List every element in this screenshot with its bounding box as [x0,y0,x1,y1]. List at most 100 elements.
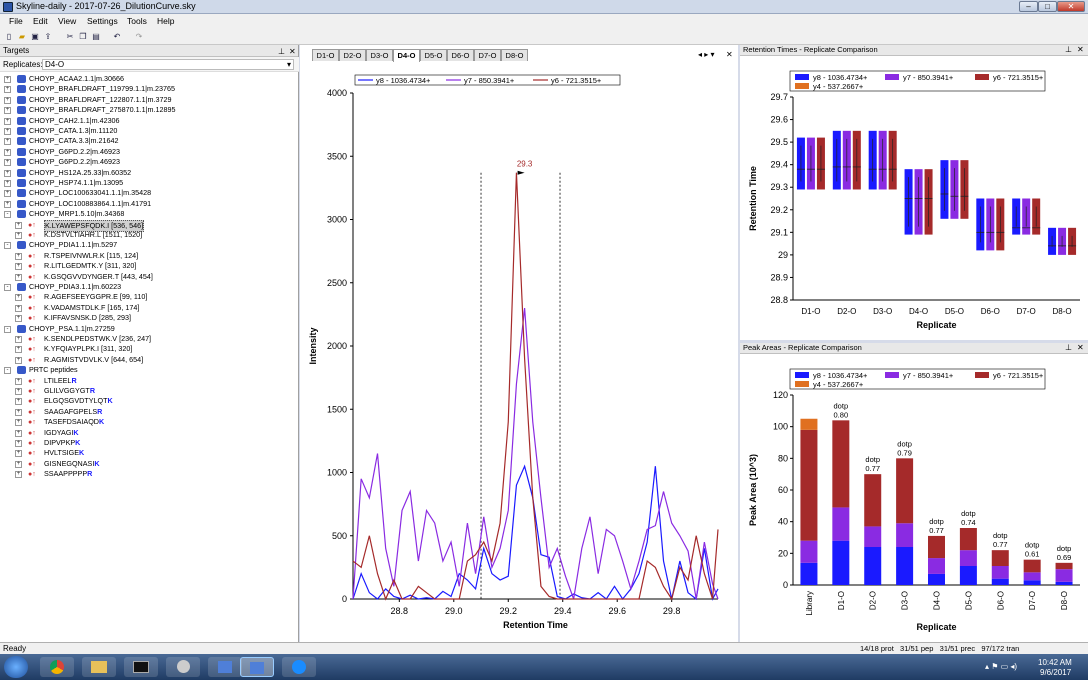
skyline-daily-icon[interactable] [240,657,274,677]
pin-icon[interactable]: ⊥ [278,46,285,57]
tree-protein-row[interactable]: - CHOYP_MRP1.5.10|m.34368 [0,209,296,219]
menu-help[interactable]: Help [157,16,174,26]
tree-protein-row[interactable]: + CHOYP_G6PD.2.2|m.46923 [0,157,296,167]
chromatogram-chart[interactable]: 0 500 1000 1500 2000 2500 3000 3500 4000 28.8 29.0… [300,63,738,641]
tree-protein-row[interactable]: + CHOYP_HS12A.25.33|m.60352 [0,168,296,178]
close-pane-icon[interactable]: ✕ [1077,343,1084,353]
expand-icon[interactable]: + [15,346,22,354]
tree-protein-row[interactable]: + CHOYP_BRAFLDRAFT_275870.1.1|m.12895 [0,105,296,115]
tree-protein-row[interactable]: + CHOYP_ACAA2.1.1|m.30666 [0,74,296,84]
pin-icon[interactable]: ⊥ [1065,343,1072,353]
collapse-icon[interactable]: - [4,325,11,333]
tab-d2-o[interactable]: D2-O [339,49,366,61]
tree-protein-row[interactable]: + CHOYP_BRAFLDRAFT_122807.1.1|m.3729 [0,95,296,105]
collapse-icon[interactable]: - [4,242,11,250]
expand-icon[interactable]: + [15,294,22,302]
tree-peptide-row[interactable]: + ●↑ K.VADAMSTDLK.F [165, 174] [0,303,296,313]
publish-icon[interactable]: ⇪ [43,32,53,42]
cut-icon[interactable]: ✂ [65,32,75,42]
new-file-icon[interactable]: ▯ [4,32,14,42]
tree-protein-row[interactable]: + CHOYP_CAH2.1.1|m.42306 [0,116,296,126]
tree-protein-row[interactable]: + CHOYP_LOC100633041.1.1|m.35428 [0,188,296,198]
tree-peptide-row[interactable]: + ●↑ R.LITLGEDMTK.Y [311, 320] [0,261,296,271]
retention-times-chart[interactable]: y8 - 1036.4734+ y7 - 850.3941+ y6 - 721.35… [740,57,1088,340]
menu-file[interactable]: File [9,16,23,26]
tree-protein-row[interactable]: + CHOYP_G6PD.2.2|m.46923 [0,147,296,157]
open-folder-icon[interactable]: ▰ [17,32,27,42]
tree-peptide-row[interactable]: + ●↑ GISNEGQNASIK [0,459,296,469]
tree-protein-row[interactable]: - CHOYP_PSA.1.1|m.27259 [0,324,296,334]
tree-peptide-row[interactable]: + ●↑ LTILEELR [0,376,296,386]
expand-icon[interactable]: + [4,107,11,115]
expand-icon[interactable]: + [15,429,22,437]
tree-protein-row[interactable]: - CHOYP_PDIA1.1.1|m.5297 [0,240,296,250]
expand-icon[interactable]: + [4,138,11,146]
save-icon[interactable]: ▣ [30,32,40,42]
tray-icons[interactable]: ▴ ⚑ ▭ ◂) [985,662,1017,671]
expand-icon[interactable]: + [15,450,22,458]
close-button[interactable]: ✕ [1057,1,1085,12]
expand-icon[interactable]: + [4,200,11,208]
network-tool-icon[interactable] [166,657,200,677]
expand-icon[interactable]: + [15,388,22,395]
maximize-button[interactable]: □ [1038,1,1057,12]
tab-d4-o[interactable]: D4-O [393,49,420,62]
close-pane-icon[interactable]: ✕ [1077,45,1084,55]
tree-peptide-row[interactable]: + ●↑ K.DSTVLTIAHR.L [1511, 1520] [0,230,296,240]
expand-icon[interactable]: + [15,419,22,427]
expand-icon[interactable]: + [4,76,11,83]
expand-icon[interactable]: + [4,159,11,167]
copy-icon[interactable]: ❐ [78,32,88,42]
tree-peptide-row[interactable]: + ●↑ K.IFFAVSNSK.D [285, 293] [0,313,296,323]
tab-d8-o[interactable]: D8-O [501,49,528,61]
tree-peptide-row[interactable]: + ●↑ SSAAPPPPPR [0,469,296,479]
replicates-dropdown[interactable]: D4-O ▾ [42,59,294,70]
tree-peptide-row[interactable]: + ●↑ K.LYAWEPSFQDK.I [536, 546] [0,219,296,232]
expand-icon[interactable]: + [4,148,11,156]
expand-icon[interactable]: + [15,336,22,343]
skyline-icon[interactable] [208,657,242,677]
tree-peptide-row[interactable]: + ●↑ ELGQSGVDTYLQTK [0,396,296,406]
expand-icon[interactable]: + [4,96,11,104]
expand-icon[interactable]: + [15,471,22,479]
expand-icon[interactable]: + [15,252,22,260]
undo-icon[interactable]: ↶ [112,32,122,42]
paste-icon[interactable]: ▤ [91,32,101,42]
tab-d5-o[interactable]: D5-O [420,49,447,61]
collapse-icon[interactable]: - [4,284,11,291]
close-tab-icon[interactable]: ✕ [726,50,733,59]
expand-icon[interactable]: + [4,128,11,135]
minimize-button[interactable]: – [1019,1,1038,12]
menu-settings[interactable]: Settings [87,16,118,26]
expand-icon[interactable]: + [4,117,11,125]
terminal-icon[interactable] [124,657,158,677]
tree-protein-row[interactable]: - CHOYP_PDIA3.1.1|m.60223 [0,282,296,292]
tab-scroll-icons[interactable]: ◂ ▸ ▾ [698,50,715,59]
tree-peptide-row[interactable]: + ●↑ K.YFQIAYPLPK.I [311, 320] [0,344,296,354]
tree-protein-row[interactable]: + CHOYP_CATA.1.3|m.11120 [0,126,296,136]
teamviewer-icon[interactable] [282,657,316,677]
collapse-icon[interactable]: - [4,367,11,375]
expand-icon[interactable]: + [4,169,11,177]
expand-icon[interactable]: + [15,221,22,229]
pin-icon[interactable]: ⊥ [1065,45,1072,55]
tree-peptide-row[interactable]: + ●↑ R.AGMISTVDVLK.V [644, 654] [0,355,296,365]
expand-icon[interactable]: + [15,263,22,271]
tree-peptide-row[interactable]: + ●↑ IGDYAGIK [0,428,296,438]
menu-edit[interactable]: Edit [33,16,48,26]
tree-peptide-row[interactable]: + ●↑ GLILVGGYGTR [0,386,296,396]
tab-d7-o[interactable]: D7-O [474,49,501,61]
expand-icon[interactable]: + [15,304,22,312]
expand-icon[interactable]: + [4,86,11,94]
tree-peptide-row[interactable]: + ●↑ TASEFDSAIAQDK [0,417,296,427]
tree-protein-row[interactable]: + CHOYP_LOC100883864.1.1|m.41791 [0,199,296,209]
chrome-icon[interactable] [40,657,74,677]
tree-protein-row[interactable]: + CHOYP_CATA.3.3|m.21642 [0,136,296,146]
tree-protein-row[interactable]: + CHOYP_HSP74.1.1|m.13095 [0,178,296,188]
expand-icon[interactable]: + [15,377,22,385]
redo-icon[interactable]: ↷ [134,32,144,42]
expand-icon[interactable]: + [15,356,22,364]
menu-tools[interactable]: Tools [127,16,147,26]
tree-peptide-row[interactable]: + ●↑ K.SENDLPEDSTWK.V [236, 247] [0,334,296,344]
collapse-icon[interactable]: - [4,211,11,219]
